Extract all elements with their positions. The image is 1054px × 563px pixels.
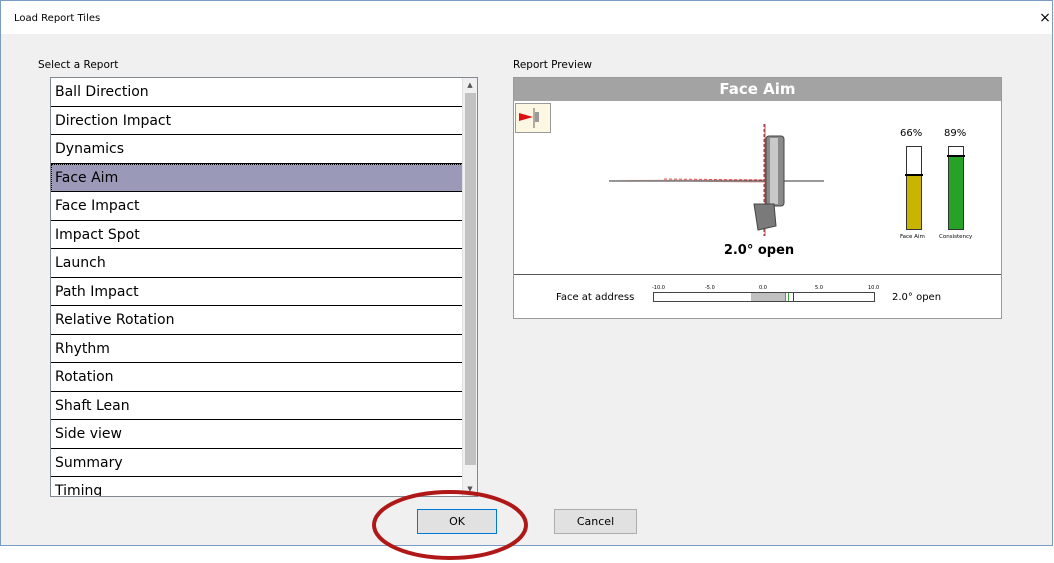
report-list-item[interactable]: Relative Rotation (51, 306, 463, 335)
consistency-percent: 89% (944, 128, 967, 139)
scroll-thumb[interactable] (465, 93, 476, 465)
scale-tick-label: -5.0 (705, 285, 715, 291)
scale-marker-magenta (785, 293, 786, 301)
report-list-item[interactable]: Direction Impact (51, 107, 463, 135)
scroll-up-arrow-icon[interactable]: ▲ (463, 78, 477, 92)
scale-marker-black (793, 293, 794, 301)
report-list-item[interactable]: Face Impact (51, 192, 463, 221)
report-preview-panel: Face Aim 2.0° open 66% 89% Face Aim Cons… (513, 77, 1002, 481)
select-report-label: Select a Report (38, 59, 119, 71)
face-at-address-value: 2.0° open (892, 292, 942, 303)
scale-tick-label: 10.0 (868, 285, 880, 291)
face-aim-bar-marker (905, 174, 923, 176)
face-aim-caption: Face Aim (900, 234, 925, 240)
face-aim-bar (905, 146, 923, 230)
consistency-caption: Consistency (939, 234, 973, 240)
scale-marker-green (788, 293, 789, 301)
cancel-button[interactable]: Cancel (554, 509, 637, 534)
report-list-item[interactable]: Rotation (51, 363, 463, 392)
report-list-item[interactable]: Side view (51, 420, 463, 449)
report-list-item[interactable]: Path Impact (51, 278, 463, 306)
report-list-item[interactable]: Launch (51, 249, 463, 278)
list-scrollbar[interactable]: ▲ ▼ (462, 78, 477, 496)
consistency-bar-fill (949, 156, 963, 229)
putter-face-graphic (609, 124, 824, 236)
report-list-item[interactable]: Rhythm (51, 335, 463, 363)
face-at-address-label: Face at address (556, 292, 635, 303)
report-list-item[interactable]: Dynamics (51, 135, 463, 164)
face-aim-bar-fill (907, 175, 921, 229)
scale-tick-label: -10.0 (652, 285, 665, 291)
report-list-item[interactable]: Shaft Lean (51, 392, 463, 420)
report-list: Ball Direction Direction Impact Dynamics Fa… (51, 78, 463, 496)
face-angle-value: 2.0° open (723, 243, 795, 258)
face-aim-tile: Face Aim 2.0° open 66% 89% Face Aim Cons… (513, 77, 1002, 319)
window-title: Load Report Tiles (14, 13, 101, 24)
highlight-ellipse (372, 490, 528, 560)
tile-title: Face Aim (514, 78, 1001, 101)
report-list-item[interactable]: Ball Direction (51, 78, 463, 107)
report-list-item[interactable]: Impact Spot (51, 221, 463, 249)
report-preview-label: Report Preview (513, 59, 593, 71)
report-list-item[interactable]: Face Aim (51, 163, 463, 192)
face-aim-icon (515, 103, 551, 133)
consistency-bar (947, 146, 965, 230)
scale-band (751, 293, 786, 301)
face-aim-percent: 66% (900, 128, 923, 139)
title-bar: Load Report Tiles × (1, 1, 1052, 34)
tile-divider (514, 274, 1001, 275)
report-list-item[interactable]: Summary (51, 449, 463, 477)
face-at-address-scale (653, 292, 875, 302)
close-icon[interactable]: × (1038, 9, 1052, 27)
consistency-bar-marker (947, 155, 965, 157)
scale-tick-label: 0.0 (759, 285, 767, 291)
report-listbox[interactable]: Ball Direction Direction Impact Dynamics Fa… (50, 77, 478, 497)
scale-tick-label: 5.0 (815, 285, 823, 291)
